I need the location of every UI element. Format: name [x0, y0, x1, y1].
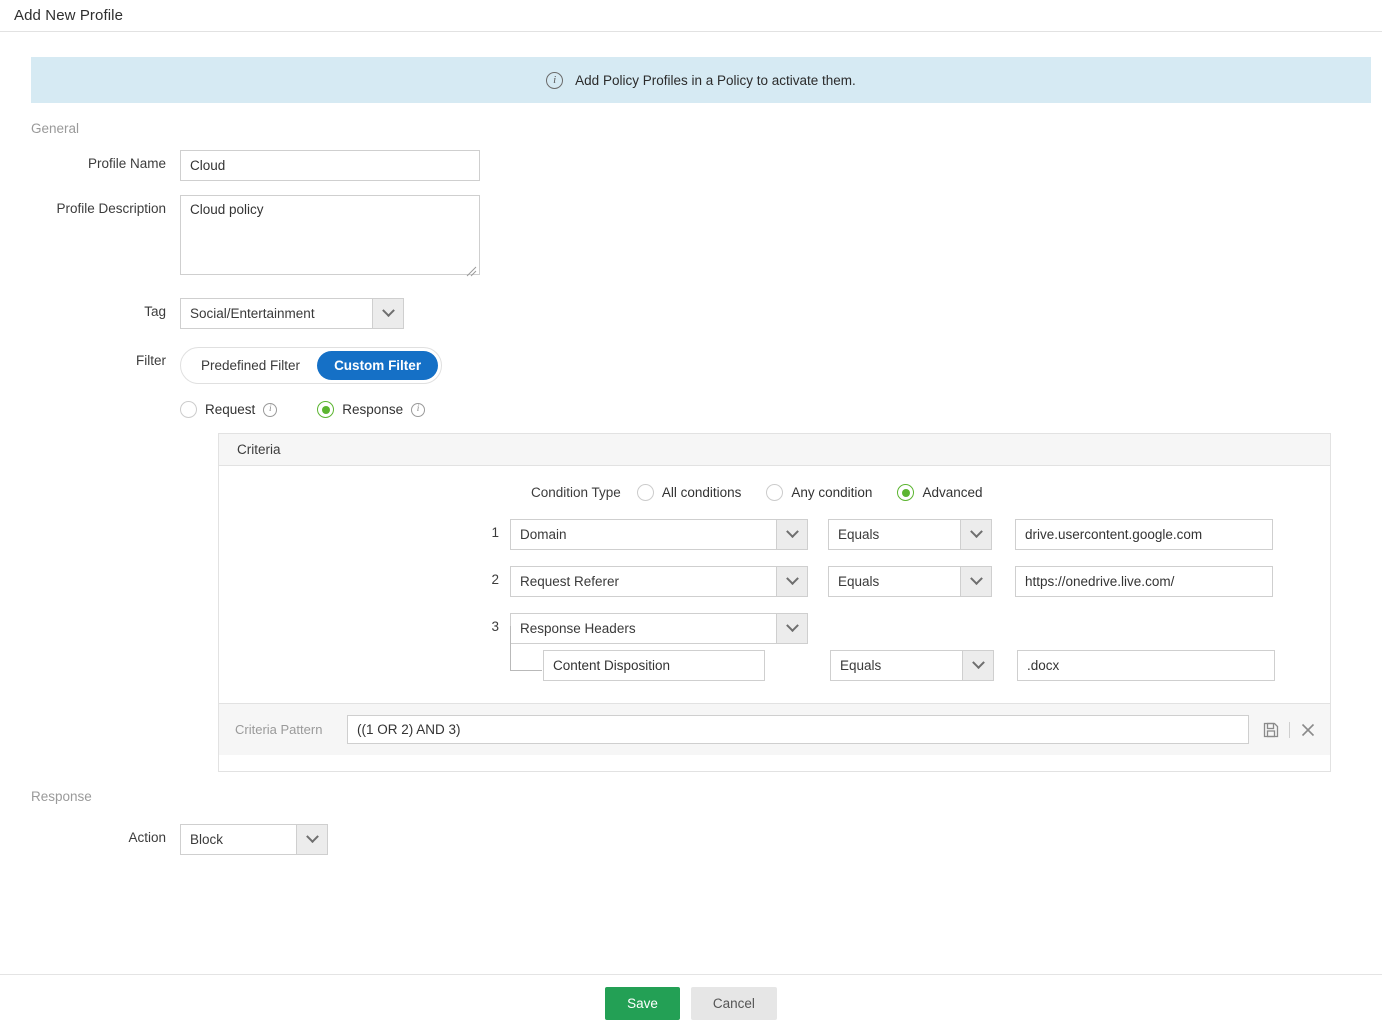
profile-name-input[interactable] [180, 150, 480, 181]
criteria-row: 1 Domain Equals [219, 519, 1330, 550]
chevron-down-icon[interactable] [962, 651, 993, 680]
form-row-profile-name: Profile Name [0, 150, 1382, 181]
radio-advanced-label: Advanced [922, 485, 983, 500]
page-header: Add New Profile [0, 0, 1382, 32]
condition-type-row: Condition Type All conditions Any condit… [219, 484, 1330, 501]
radio-all-conditions-label: All conditions [661, 485, 742, 500]
radio-request-label: Request [205, 402, 256, 417]
criteria-panel: Criteria Condition Type All conditions A… [218, 433, 1331, 772]
page-title: Add New Profile [14, 7, 124, 24]
chevron-down-icon[interactable] [776, 567, 807, 596]
criteria-field-select-1[interactable]: Domain [510, 519, 808, 550]
criteria-operator-select-1[interactable]: Equals [828, 519, 992, 550]
criteria-row: 2 Request Referer Equals [219, 566, 1330, 597]
radio-response-label: Response [342, 402, 404, 417]
radio-item-advanced[interactable]: Advanced [897, 484, 982, 501]
chevron-down-icon[interactable] [372, 299, 403, 328]
criteria-operator-value-2: Equals [838, 574, 880, 589]
info-banner: i Add Policy Profiles in a Policy to act… [31, 57, 1371, 103]
action-select-value: Block [190, 832, 224, 847]
criteria-field-select-3[interactable]: Response Headers [510, 613, 808, 644]
condition-type-label: Condition Type [531, 485, 621, 500]
save-disk-icon[interactable] [1263, 722, 1279, 738]
criteria-header-name-input[interactable] [543, 650, 765, 681]
cancel-button[interactable]: Cancel [690, 986, 777, 1020]
profile-description-textarea[interactable]: Cloud policy [180, 195, 480, 275]
form-row-tag: Tag Social/Entertainment [0, 298, 1382, 329]
filter-toggle-group[interactable]: Predefined Filter Custom Filter [180, 347, 443, 384]
criteria-pattern-label: Criteria Pattern [235, 722, 323, 737]
section-heading-response: Response [31, 789, 92, 804]
close-x-icon[interactable] [1300, 722, 1316, 738]
criteria-sub-value-input[interactable] [1017, 650, 1275, 681]
dialog-footer: Save Cancel [0, 974, 1382, 1031]
info-banner-message: Add Policy Profiles in a Policy to activ… [575, 72, 856, 88]
filter-option-custom[interactable]: Custom Filter [317, 351, 439, 380]
chevron-down-icon[interactable] [776, 520, 807, 549]
criteria-field-value-1: Domain [520, 527, 567, 542]
info-icon: i [546, 71, 564, 89]
action-label: Action [128, 830, 166, 845]
criteria-sub-operator-select[interactable]: Equals [830, 650, 994, 681]
criteria-field-select-2[interactable]: Request Referer [510, 566, 808, 597]
criteria-field-value-3: Response Headers [520, 621, 636, 636]
profile-name-label: Profile Name [87, 156, 166, 171]
radio-any-condition-label: Any condition [791, 485, 873, 500]
banner-wrapper: i Add Policy Profiles in a Policy to act… [0, 32, 1382, 103]
form-row-action: Action Block [0, 824, 1382, 855]
criteria-panel-title: Criteria [237, 442, 281, 457]
criteria-sub-operator-value: Equals [840, 658, 882, 673]
radio-response[interactable] [317, 401, 335, 418]
response-info-icon[interactable]: i [411, 402, 426, 417]
radio-any-condition[interactable] [766, 484, 784, 501]
tag-select[interactable]: Social/Entertainment [180, 298, 404, 329]
radio-advanced[interactable] [897, 484, 915, 501]
request-info-icon[interactable]: i [263, 402, 278, 417]
radio-item-request[interactable]: Request i [180, 401, 278, 418]
chevron-down-icon[interactable] [960, 567, 991, 596]
criteria-row-number: 2 [491, 572, 499, 587]
radio-item-all-conditions[interactable]: All conditions [636, 484, 742, 501]
filter-label: Filter [136, 353, 166, 368]
tag-select-value: Social/Entertainment [190, 306, 315, 321]
criteria-row: 3 Response Headers [219, 613, 1330, 644]
tree-connector-line [510, 626, 542, 671]
criteria-operator-value-1: Equals [838, 527, 880, 542]
section-heading-general: General [31, 121, 80, 136]
criteria-operator-select-2[interactable]: Equals [828, 566, 992, 597]
criteria-value-input-2[interactable] [1015, 566, 1273, 597]
profile-description-label: Profile Description [56, 201, 166, 216]
tag-label: Tag [144, 304, 166, 319]
criteria-pattern-input[interactable] [347, 715, 1249, 744]
radio-request[interactable] [180, 401, 197, 418]
criteria-panel-header: Criteria [219, 434, 1330, 466]
criteria-sub-row: Equals [219, 626, 1330, 681]
criteria-pattern-bar: Criteria Pattern [219, 703, 1330, 755]
criteria-pattern-actions [1263, 721, 1316, 738]
chevron-down-icon[interactable] [296, 825, 327, 854]
action-divider [1289, 721, 1290, 738]
criteria-value-input-1[interactable] [1015, 519, 1273, 550]
radio-all-conditions[interactable] [636, 484, 654, 501]
chevron-down-icon[interactable] [960, 520, 991, 549]
save-button[interactable]: Save [605, 986, 680, 1020]
action-select[interactable]: Block [180, 824, 328, 855]
radio-item-response[interactable]: Response i [317, 401, 426, 418]
criteria-row-number: 1 [491, 525, 499, 540]
criteria-field-value-2: Request Referer [520, 574, 620, 589]
radio-item-any-condition[interactable]: Any condition [766, 484, 872, 501]
criteria-row-number: 3 [491, 619, 499, 634]
filter-option-predefined[interactable]: Predefined Filter [184, 351, 317, 380]
criteria-panel-body: Condition Type All conditions Any condit… [219, 466, 1330, 771]
form-row-filter: Filter Predefined Filter Custom Filter R… [0, 347, 1382, 418]
form-row-profile-description: Profile Description Cloud policy [0, 195, 1382, 280]
chevron-down-icon[interactable] [776, 614, 807, 643]
direction-radio-row: Request i Response i [180, 401, 442, 418]
